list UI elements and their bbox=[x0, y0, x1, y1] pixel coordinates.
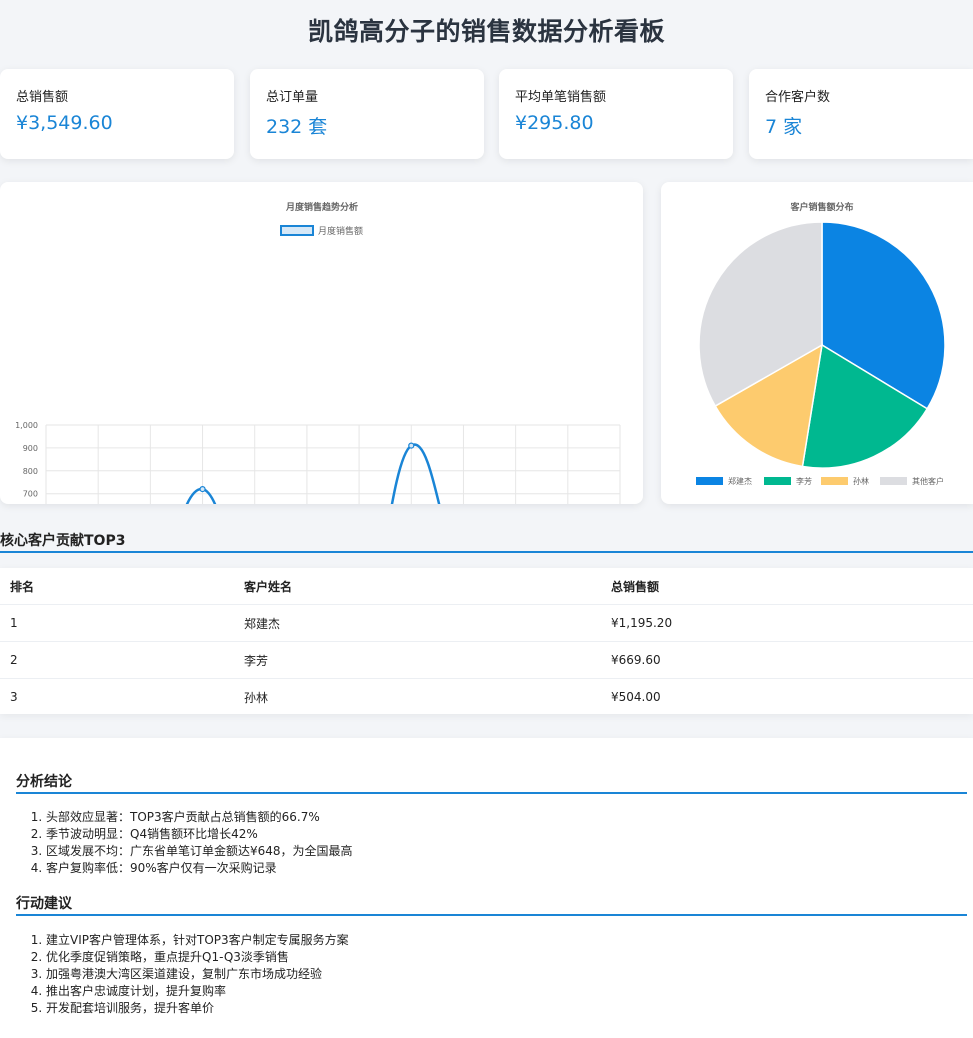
data-point[interactable] bbox=[199, 486, 206, 493]
cell-rank: 1 bbox=[0, 604, 234, 642]
actions-divider bbox=[16, 914, 967, 916]
line-chart-card: 月度销售趋势分析 月度销售额 0100200300400500600700800… bbox=[0, 182, 643, 672]
cell-customer: 李芳 bbox=[234, 641, 601, 679]
conclusions-list: 头部效应显著：TOP3客户贡献占总销售额的66.7% 季节波动明显：Q4销售额环… bbox=[16, 809, 353, 877]
legend-swatch[interactable] bbox=[880, 477, 907, 485]
stat-card-customers: 合作客户数 7 家 bbox=[749, 69, 973, 159]
legend-swatch[interactable] bbox=[821, 477, 848, 485]
legend-label-monthly-sales[interactable]: 月度销售额 bbox=[318, 225, 363, 237]
list-item: 推出客户忠诚度计划，提升复购率 bbox=[46, 983, 349, 1000]
column-header-sales: 总销售额 bbox=[601, 568, 973, 605]
stat-label: 平均单笔销售额 bbox=[515, 90, 607, 105]
cell-sales: ¥504.00 bbox=[611, 690, 661, 704]
legend-label[interactable]: 其他客户 bbox=[912, 476, 944, 486]
legend-swatch[interactable] bbox=[764, 477, 791, 485]
stat-card-total-orders: 总订单量 232 套 bbox=[250, 69, 484, 159]
stat-value: ¥295.80 bbox=[515, 112, 594, 134]
cell-rank: 2 bbox=[0, 641, 234, 679]
table-row: 1 郑建杰 ¥1,195.20 bbox=[0, 604, 973, 642]
list-item: 开发配套培训服务，提升客单价 bbox=[46, 1000, 349, 1017]
table-row: 2 李芳 ¥669.60 bbox=[0, 641, 973, 679]
list-item: 优化季度促销策略，重点提升Q1-Q3淡季销售 bbox=[46, 949, 349, 966]
table-header-row: 排名 客户姓名 总销售额 bbox=[0, 568, 973, 605]
pie-chart-card: 客户销售额分布 郑建杰 李芳 孙林 其他客户 bbox=[661, 182, 973, 504]
line-chart-title: 月度销售趋势分析 bbox=[285, 201, 358, 213]
top-customers-title: 核心客户贡献TOP3 bbox=[0, 533, 126, 549]
list-item: 加强粤港澳大湾区渠道建设，复制广东市场成功经验 bbox=[46, 966, 349, 983]
y-tick-label: 900 bbox=[23, 444, 38, 453]
stat-label: 总订单量 bbox=[266, 90, 319, 105]
analysis-card: 分析结论 头部效应显著：TOP3客户贡献占总销售额的66.7% 季节波动明显：Q… bbox=[0, 738, 973, 1038]
conclusions-title: 分析结论 bbox=[16, 774, 72, 790]
top-customers-table-card: 排名 客户姓名 总销售额 1 郑建杰 ¥1,195.20 2 李芳 ¥669.6… bbox=[0, 568, 973, 714]
legend-label[interactable]: 孙林 bbox=[853, 476, 869, 486]
cell-sales: ¥669.60 bbox=[601, 641, 973, 679]
stat-card-avg-sale: 平均单笔销售额 ¥295.80 bbox=[499, 69, 733, 159]
y-tick-label: 1,000 bbox=[15, 421, 38, 430]
pie-chart-title: 客户销售额分布 bbox=[789, 201, 853, 213]
stat-label: 合作客户数 bbox=[765, 90, 831, 105]
actions-title: 行动建议 bbox=[16, 896, 72, 912]
legend-swatch[interactable] bbox=[696, 477, 723, 485]
stat-label: 总销售额 bbox=[16, 90, 69, 105]
section-divider bbox=[0, 551, 973, 553]
list-item: 区域发展不均：广东省单笔订单金额达¥648，为全国最高 bbox=[46, 843, 353, 860]
page-title: 凯鸽高分子的销售数据分析看板 bbox=[307, 17, 665, 46]
column-header-customer: 客户姓名 bbox=[234, 568, 601, 605]
data-point[interactable] bbox=[408, 442, 415, 449]
stat-value: 232 套 bbox=[266, 116, 328, 138]
cell-customer: 郑建杰 bbox=[234, 604, 601, 642]
cell-sales: ¥1,195.20 bbox=[601, 604, 973, 642]
stat-value: ¥3,549.60 bbox=[16, 112, 113, 134]
legend-swatch-monthly-sales[interactable] bbox=[280, 225, 314, 236]
cell-customer: 孙林 bbox=[244, 690, 269, 705]
series-line-monthly-sales bbox=[44, 443, 621, 665]
y-tick-label: 800 bbox=[23, 467, 38, 476]
list-item: 客户复购率低：90%客户仅有一次采购记录 bbox=[46, 860, 353, 877]
table-row: 3 孙林 ¥504.00 bbox=[0, 679, 973, 716]
y-tick-label: 700 bbox=[23, 490, 38, 499]
list-item: 头部效应显著：TOP3客户贡献占总销售额的66.7% bbox=[46, 809, 353, 826]
column-header-rank: 排名 bbox=[0, 568, 234, 605]
top-customers-table: 排名 客户姓名 总销售额 1 郑建杰 ¥1,195.20 2 李芳 ¥669.6… bbox=[0, 568, 973, 715]
cell-rank: 3 bbox=[10, 690, 18, 704]
legend-label[interactable]: 李芳 bbox=[796, 476, 812, 486]
line-chart: 月度销售趋势分析 月度销售额 0100200300400500600700800… bbox=[15, 201, 629, 672]
actions-list: 建立VIP客户管理体系，针对TOP3客户制定专属服务方案 优化季度促销策略，重点… bbox=[16, 932, 349, 1017]
list-item: 季节波动明显：Q4销售额环比增长42% bbox=[46, 826, 353, 843]
stat-value: 7 家 bbox=[765, 116, 803, 138]
list-item: 建立VIP客户管理体系，针对TOP3客户制定专属服务方案 bbox=[46, 932, 349, 949]
stat-card-total-sales: 总销售额 ¥3,549.60 bbox=[0, 69, 234, 159]
legend-label[interactable]: 郑建杰 bbox=[728, 476, 752, 486]
conclusions-divider bbox=[16, 792, 967, 794]
pie-chart: 客户销售额分布 郑建杰 李芳 孙林 其他客户 bbox=[696, 201, 946, 486]
